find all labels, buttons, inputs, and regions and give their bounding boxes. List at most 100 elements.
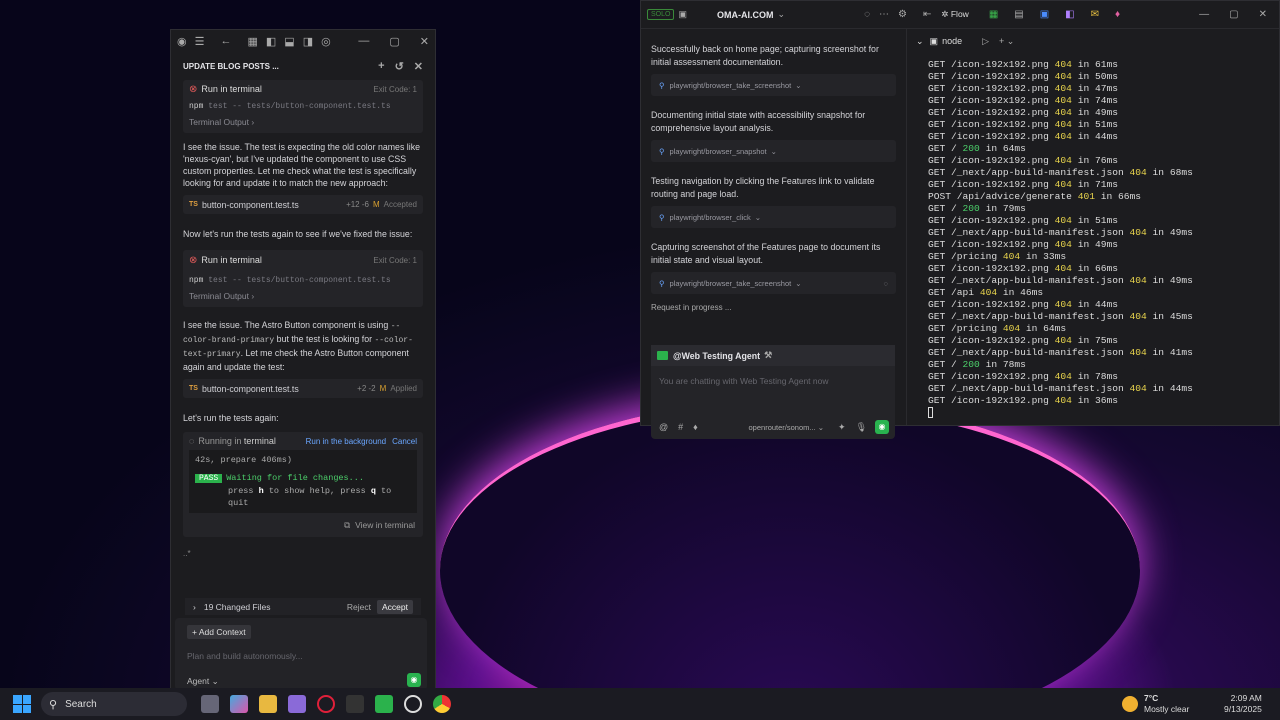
log-line: POST /api/advice/generate 401 in 66ms [928,191,1142,202]
windows-start-icon[interactable] [13,695,31,713]
change-status: Applied [390,384,417,393]
opera-icon[interactable] [317,695,335,713]
collapse-icon[interactable]: ⇤ [923,9,931,20]
terminal-log: GET /icon-192x192.png 404 in 61ms GET /ic… [908,53,1279,428]
hash-icon[interactable]: # [678,422,683,432]
changed-files-bar[interactable]: › 19 Changed Files Reject Accept [185,598,421,615]
terminal-view-icon[interactable]: ▦ [989,9,998,20]
view-in-terminal-button[interactable]: ⧉ View in terminal [183,513,423,537]
panel-left-icon[interactable]: ◧ [266,35,276,48]
close-window-icon[interactable]: ✕ [1259,9,1267,20]
figma-icon[interactable]: ♦ [1115,9,1120,20]
log-line: GET /icon-192x192.png 404 in 51ms [928,215,1119,226]
more-icon[interactable]: ⋯ [879,9,889,20]
trae-icon[interactable] [375,695,393,713]
new-chat-icon[interactable]: + [378,60,384,72]
mail-view-icon[interactable]: ✉ [1091,9,1099,20]
agent-window: SOLO ▣ OMA-AI.COM ⌄ ◌ ⋯ ⚙ ⇤ ✲ Flow ▦ ▤ ▣… [640,0,1280,439]
log-line: GET /icon-192x192.png 404 in 75ms [928,335,1119,346]
agent-chat-pane: Successfully back on home page; capturin… [641,29,907,439]
agent-select[interactable]: Agent ⌄ [187,676,219,687]
microphone-icon[interactable]: 🎙 [856,422,867,433]
taskbar-clock[interactable]: 2:09 AM 9/13/2025 [1224,693,1262,715]
browser-view-icon[interactable]: ▣ [1040,9,1049,20]
account-icon[interactable]: ◎ [321,35,331,48]
chat-header: UPDATE BLOG POSTS ... + ↺ ✕ [171,52,435,80]
mention-icon[interactable]: @ [659,422,668,432]
send-icon[interactable]: ◉ [875,420,889,434]
agent-header: @Web Testing Agent ⚒ [651,345,895,366]
add-terminal-icon[interactable]: + ⌄ [999,36,1014,47]
taskbar-search[interactable]: ⚲ Search [41,692,187,716]
panel-right-icon[interactable]: ◨ [303,35,313,48]
tool-call[interactable]: ⚲ playwright/browser_click ⌄ [651,206,896,228]
tool-call[interactable]: ⚲ playwright/browser_take_screenshot ⌄ [651,74,896,96]
teams-icon[interactable] [288,695,306,713]
prompt-input[interactable]: Plan and build autonomously... [187,651,303,661]
back-icon[interactable]: ← [220,35,231,47]
agent-input[interactable]: You are chatting with Web Testing Agent … [651,366,895,396]
send-icon[interactable]: ◉ [407,673,421,687]
window-icon[interactable]: ▣ [678,9,687,20]
close-panel-icon[interactable]: ✕ [414,60,423,73]
tool-call[interactable]: ⚲ playwright/browser_snapshot ⌄ [651,140,896,162]
exit-code: Exit Code: 1 [373,255,417,265]
changed-files-label: 19 Changed Files [203,601,271,612]
tab-node[interactable]: node [942,36,962,46]
copilot-icon[interactable] [230,695,248,713]
chevron-down-icon[interactable]: ⌄ [916,36,924,47]
panel-bottom-icon[interactable]: ⬓ [284,35,294,48]
tool-call[interactable]: ⚲ playwright/browser_take_screenshot ⌄ ◌ [651,272,896,294]
add-context-button[interactable]: + Add Context [187,625,251,639]
chevron-down-icon[interactable]: ⌄ [777,9,785,20]
minimize-icon[interactable]: — [1199,9,1209,20]
terminal-pane[interactable]: ⌄ ▣ node ▷ + ⌄ GET /icon-192x192.png 404… [908,29,1279,425]
accept-button[interactable]: Accept [377,599,413,614]
maximize-icon[interactable]: ▢ [389,35,399,48]
settings-icon[interactable]: ⚙ [898,9,907,20]
log-line: GET /api 404 in 46ms [928,287,1044,298]
chrome-icon[interactable] [433,695,451,713]
chat-icon[interactable]: ◌ [864,9,870,20]
loading-dots: ..* [183,549,191,558]
reject-button[interactable]: Reject [347,602,371,612]
log-line: GET /_next/app-build-manifest.json 404 i… [928,167,1193,178]
terminal-output-link[interactable]: Terminal Output › [183,115,423,133]
agent-message: Capturing screenshot of the Features pag… [651,242,881,265]
editor-view-icon[interactable]: ▤ [1014,9,1023,20]
ide-chat-window: ◉ ☰ ← ▦ ◧ ⬓ ◨ ◎ — ▢ ✕ UPDATE BLOG POSTS … [170,29,436,689]
app-logo-icon: ◉ [177,35,187,48]
github-icon[interactable] [404,695,422,713]
app-icon[interactable] [346,695,364,713]
log-line: GET /icon-192x192.png 404 in 50ms [928,71,1119,82]
chat-title: UPDATE BLOG POSTS ... [183,61,279,71]
file-change-row[interactable]: TS button-component.test.ts +12 -6 M Acc… [183,195,423,214]
file-explorer-icon[interactable] [259,695,277,713]
sparkle-icon[interactable]: ✦ [838,422,846,433]
exit-code: Exit Code: 1 [373,84,417,94]
log-line: GET / 200 in 64ms [928,143,1026,154]
menu-icon[interactable]: ☰ [195,35,205,48]
close-window-icon[interactable]: ✕ [420,35,429,48]
command-line: npm test -- tests/button-component.test.… [189,102,391,111]
run-icon[interactable]: ▷ [982,36,989,47]
figma-icon[interactable]: ♦ [693,422,698,432]
terminal-output-link[interactable]: Terminal Output › [183,289,423,307]
docs-view-icon[interactable]: ◧ [1065,9,1074,20]
flow-button[interactable]: ✲ Flow [941,9,968,20]
run-background-link[interactable]: Run in the background [306,437,387,446]
agent-message: Successfully back on home page; capturin… [651,44,879,67]
diff-stat: +12 -6 [346,200,369,209]
cancel-link[interactable]: Cancel [392,437,417,446]
modified-badge: M [372,200,380,209]
weather-widget[interactable]: 7°C Mostly clear [1122,693,1189,715]
model-select[interactable]: openrouter/sonom... ⌄ [749,423,825,432]
history-icon[interactable]: ↺ [395,60,404,73]
project-name[interactable]: OMA-AI.COM [717,10,774,20]
layout-icon[interactable]: ▦ [247,35,257,48]
minimize-icon[interactable]: — [358,35,369,47]
file-change-row[interactable]: TS button-component.test.ts +2 -2 M Appl… [183,379,423,398]
maximize-icon[interactable]: ▢ [1229,9,1238,20]
solo-badge[interactable]: SOLO [647,9,675,20]
files-app-icon[interactable] [201,695,219,713]
